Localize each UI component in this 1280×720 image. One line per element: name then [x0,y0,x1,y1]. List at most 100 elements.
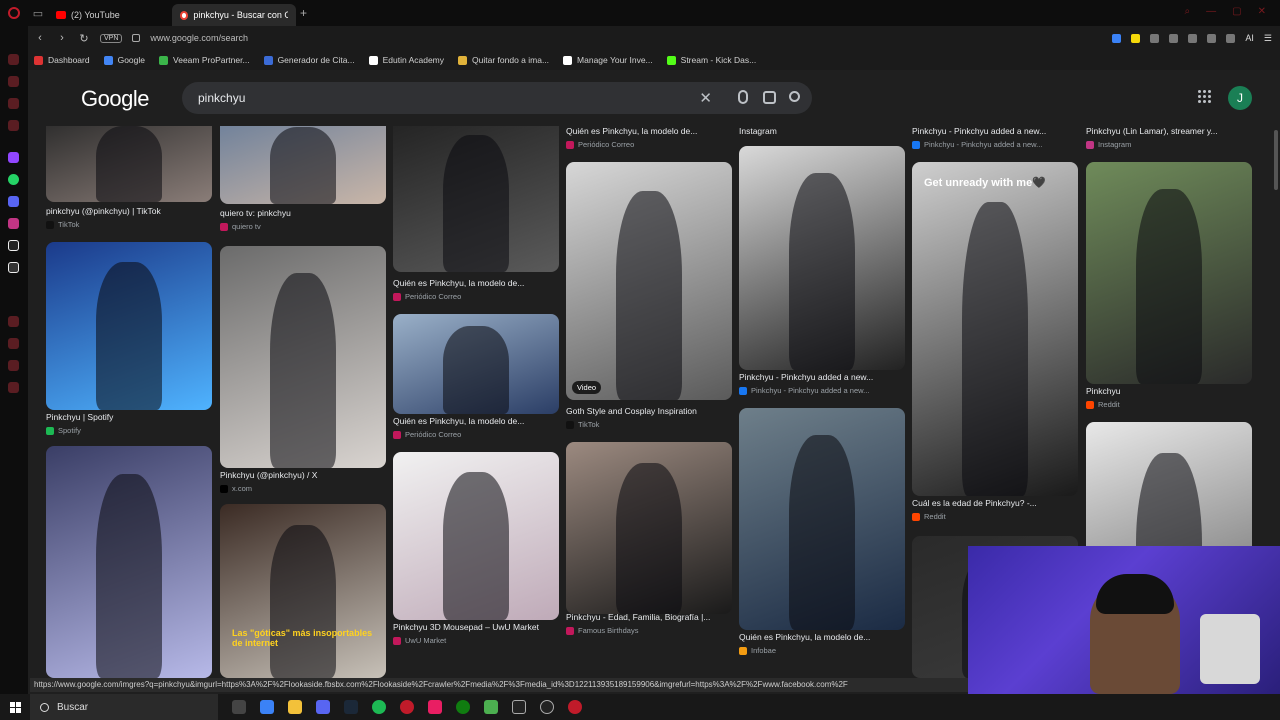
downloads-icon[interactable] [8,338,19,349]
image-result-card[interactable]: Pinkchyu - Edad, Familia, Biografía |...… [566,126,732,678]
result-source[interactable]: Famous Birthdays [566,626,638,635]
bookmark-favicon-icon [103,55,113,65]
extension-icon[interactable] [1131,33,1141,43]
whatsapp-icon[interactable] [8,174,19,185]
tiktok-icon[interactable] [8,240,19,251]
result-source[interactable]: Infobae [739,646,776,655]
url-field[interactable]: www.google.com/search [150,33,248,43]
discord-icon[interactable] [8,196,19,207]
settings-icon[interactable] [8,382,19,393]
vpn-badge[interactable]: VPN [100,33,123,43]
google-lens-icon[interactable] [763,91,776,104]
minecraft-icon[interactable] [484,700,498,714]
steam-icon[interactable] [344,700,358,714]
image-result-card[interactable] [46,126,212,678]
file-explorer-icon[interactable] [288,700,302,714]
twitch-icon[interactable] [8,152,19,163]
google-logo[interactable]: Google [81,86,149,112]
window-controls: ⌕ — ▢ ✕ [1171,0,1280,23]
search-box[interactable]: pinkchyu ✕ [182,82,812,114]
result-title[interactable]: Quién es Pinkchyu, la modelo de... [739,632,905,642]
bookmark-item[interactable]: Dashboard [34,55,90,65]
source-favicon-icon [912,512,920,521]
image-result-card[interactable]: Pinkchyu 3D Mousepad – UwU Market UwU Mar… [393,126,559,678]
copilot-icon[interactable] [260,700,274,714]
bookmark-item[interactable]: Veeam ProPartner... [159,55,250,65]
bookmark-icon[interactable] [8,98,19,109]
bookmark-item[interactable]: Generador de Cita... [263,55,355,65]
bookmark-item[interactable]: Manage Your Inve... [563,55,653,65]
history-icon[interactable] [8,120,19,131]
result-title[interactable]: Pinkchyu 3D Mousepad – UwU Market [393,622,559,632]
back-button[interactable]: ‹ [34,32,46,44]
source-label: UwU Market [405,636,447,645]
image-thumbnail[interactable] [566,442,732,614]
maximize-button[interactable]: ▢ [1232,6,1241,17]
minimize-button[interactable]: — [1206,6,1216,17]
result-source[interactable]: Reddit [912,512,946,521]
tab-label: pinkchyu - Buscar con Goo [193,10,288,20]
image-result-card[interactable]: Las "góticas" más insoportables de inter… [220,126,386,678]
settings-icon[interactable] [540,700,554,714]
scrollbar[interactable] [1274,130,1278,190]
cube-icon[interactable] [1150,33,1160,43]
start-button[interactable] [0,694,30,720]
google-icon [180,10,189,20]
xbox-icon[interactable] [456,700,470,714]
opera-logo-icon[interactable] [0,0,28,26]
close-window-button[interactable]: ✕ [1258,6,1266,17]
clear-search-icon[interactable]: ✕ [699,89,712,107]
bookmark-label: Edutin Academy [382,55,445,65]
image-thumbnail[interactable]: Las "góticas" más insoportables de inter… [220,504,386,678]
taskbar-search[interactable]: Buscar [30,694,218,720]
snapshot-icon[interactable] [1169,33,1179,43]
wallet-icon[interactable] [1188,33,1198,43]
search-input[interactable]: pinkchyu [198,91,245,105]
tab-overview-icon[interactable]: ▭ [28,0,48,26]
reload-button[interactable]: ↻ [78,32,90,45]
player-icon[interactable] [8,316,19,327]
bookmark-item[interactable]: Stream - Kick Das... [666,55,756,65]
extensions-icon[interactable] [8,360,19,371]
search-tabs-icon[interactable]: ⌕ [1185,6,1191,17]
lock-icon[interactable] [132,34,141,42]
capcut-icon[interactable] [512,700,526,714]
google-apps-icon[interactable] [1198,90,1212,104]
bookmark-item[interactable]: Google [103,55,145,65]
image-thumbnail[interactable] [739,408,905,630]
discord-icon[interactable] [316,700,330,714]
extension-icon[interactable] [1112,33,1122,43]
x-icon[interactable] [8,262,19,273]
opera-icon[interactable] [400,700,414,714]
home-icon[interactable] [8,54,19,65]
forward-button[interactable]: › [56,32,68,44]
search-icon[interactable] [789,91,800,102]
easy-setup-icon[interactable]: ☰ [1264,33,1272,44]
tab-google-search[interactable]: pinkchyu - Buscar con Goo [172,4,296,26]
task-view-icon[interactable] [232,700,246,714]
menu-icon[interactable] [1226,33,1236,43]
result-title[interactable]: Cuál es la edad de Pinkchyu? -... [912,498,1078,508]
bookmark-favicon-icon [368,55,378,65]
tab-youtube[interactable]: (2) YouTube [48,4,172,26]
obs-icon[interactable] [568,700,582,714]
image-thumbnail[interactable] [393,452,559,620]
image-result-card[interactable]: Quién es Pinkchyu, la modelo de... Infoba… [739,126,905,678]
instagram-icon[interactable] [8,218,19,229]
spotify-icon[interactable] [372,700,386,714]
music-app-icon[interactable] [428,700,442,714]
download-icon[interactable] [1207,33,1217,43]
bookmark-item[interactable]: Edutin Academy [368,55,445,65]
image-thumbnail[interactable] [46,446,212,678]
bookmark-item[interactable]: Quitar fondo a ima... [458,55,549,65]
aria-icon[interactable] [8,76,19,87]
microphone-icon[interactable] [738,90,748,104]
source-favicon-icon [1086,400,1094,409]
result-source[interactable]: UwU Market [393,636,446,645]
new-tab-button[interactable]: + [300,6,307,20]
result-source[interactable]: Reddit [1086,400,1120,409]
avatar[interactable]: J [1228,86,1252,110]
ai-button[interactable]: AI [1245,33,1254,43]
result-title[interactable]: Pinkchyu [1086,386,1252,396]
result-title[interactable]: Pinkchyu - Edad, Familia, Biografía |... [566,612,732,622]
